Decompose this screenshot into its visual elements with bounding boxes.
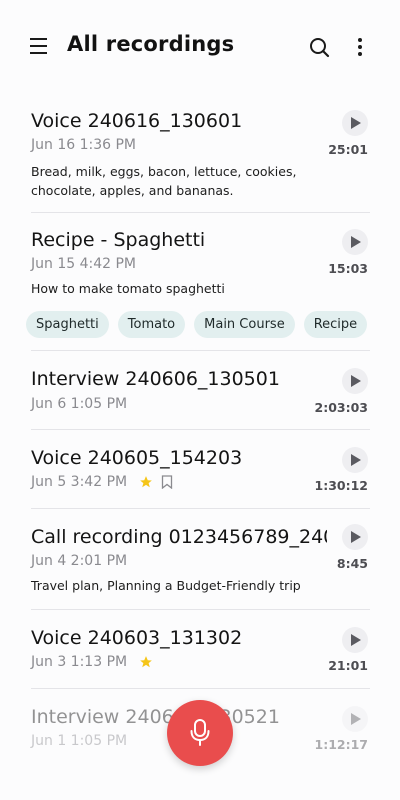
star-icon: [140, 476, 152, 488]
play-button[interactable]: [342, 368, 368, 394]
recording-date: Jun 3 1:13 PM: [31, 654, 128, 670]
recording-item[interactable]: Voice 240605_154203 Jun 5 3:42 PM 1:30:1…: [0, 430, 400, 509]
recording-item[interactable]: Interview 240606_130501 Jun 6 1:05 PM 2:…: [0, 351, 400, 430]
play-icon: [351, 634, 361, 646]
tag-chip[interactable]: Recipe: [303, 311, 368, 338]
bookmark-icon: [161, 475, 173, 489]
app-header: All recordings: [0, 0, 400, 96]
tag-chip[interactable]: Main Course: [194, 311, 295, 338]
microphone-icon: [190, 719, 210, 746]
recording-duration: 1:12:17: [314, 737, 369, 752]
recording-duration: 8:45: [336, 556, 368, 571]
menu-icon[interactable]: [28, 34, 52, 58]
recordings-list: Voice 240616_130601 Jun 16 1:36 PM Bread…: [0, 96, 400, 764]
page-title: All recordings: [67, 32, 235, 56]
recording-description: Bread, milk, eggs, bacon, lettuce, cooki…: [31, 164, 297, 198]
recording-duration: 21:01: [328, 658, 368, 673]
recording-date: Jun 5 3:42 PM: [31, 474, 128, 490]
tag-list: Spaghetti Tomato Main Course Recipe: [26, 311, 368, 338]
play-icon: [351, 117, 361, 129]
recording-date: Jun 6 1:05 PM: [31, 396, 128, 412]
recording-duration: 2:03:03: [314, 400, 369, 415]
recording-date: Jun 4 2:01 PM: [31, 553, 128, 569]
recording-description: Travel plan, Planning a Budget-Friendly …: [31, 578, 301, 593]
recording-duration: 1:30:12: [314, 478, 369, 493]
recording-date: Jun 15 4:42 PM: [31, 256, 136, 272]
play-button[interactable]: [342, 229, 368, 255]
play-icon: [351, 713, 361, 725]
recording-meta: Jun 3 1:13 PM: [31, 654, 153, 670]
play-button[interactable]: [342, 110, 368, 136]
recording-meta: Jun 16 1:36 PM: [31, 137, 136, 153]
play-icon: [351, 454, 361, 466]
tag-chip[interactable]: Tomato: [117, 311, 186, 338]
recording-meta: Jun 6 1:05 PM: [31, 396, 127, 412]
recording-title: Interview 240606_130501: [31, 368, 280, 390]
search-icon[interactable]: [306, 34, 334, 62]
play-button[interactable]: [342, 447, 368, 473]
tag-chip[interactable]: Spaghetti: [26, 311, 109, 338]
recording-item[interactable]: Voice 240603_131302 Jun 3 1:13 PM 21:01: [0, 610, 400, 689]
recording-title: Voice 240605_154203: [31, 447, 243, 469]
star-icon: [140, 656, 152, 668]
record-button[interactable]: [167, 700, 233, 766]
recording-meta: Jun 15 4:42 PM: [31, 256, 136, 272]
recording-title: Voice 240616_130601: [31, 110, 243, 132]
recording-item[interactable]: Call recording 0123456789_240... Jun 4 2…: [0, 509, 400, 610]
recording-meta: Jun 1 1:05 PM: [31, 733, 127, 749]
play-icon: [351, 375, 361, 387]
recording-duration: 25:01: [328, 142, 368, 157]
recording-title: Call recording 0123456789_240...: [31, 526, 327, 548]
play-button[interactable]: [342, 524, 368, 550]
play-button[interactable]: [342, 627, 368, 653]
recording-meta: Jun 4 2:01 PM: [31, 553, 127, 569]
recording-meta: Jun 5 3:42 PM: [31, 474, 173, 490]
play-icon: [351, 531, 361, 543]
recording-title: Recipe - Spaghetti: [31, 229, 206, 251]
recording-duration: 15:03: [328, 261, 368, 276]
play-button[interactable]: [342, 706, 368, 732]
play-icon: [351, 236, 361, 248]
recording-description: How to make tomato spaghetti: [31, 281, 225, 296]
recording-title: Voice 240603_131302: [31, 627, 243, 649]
recording-date: Jun 16 1:36 PM: [31, 137, 136, 153]
more-options-icon[interactable]: [350, 34, 370, 62]
recording-item[interactable]: Recipe - Spaghetti Jun 15 4:42 PM How to…: [0, 213, 400, 351]
recording-date: Jun 1 1:05 PM: [31, 733, 128, 749]
recording-item[interactable]: Voice 240616_130601 Jun 16 1:36 PM Bread…: [0, 96, 400, 213]
